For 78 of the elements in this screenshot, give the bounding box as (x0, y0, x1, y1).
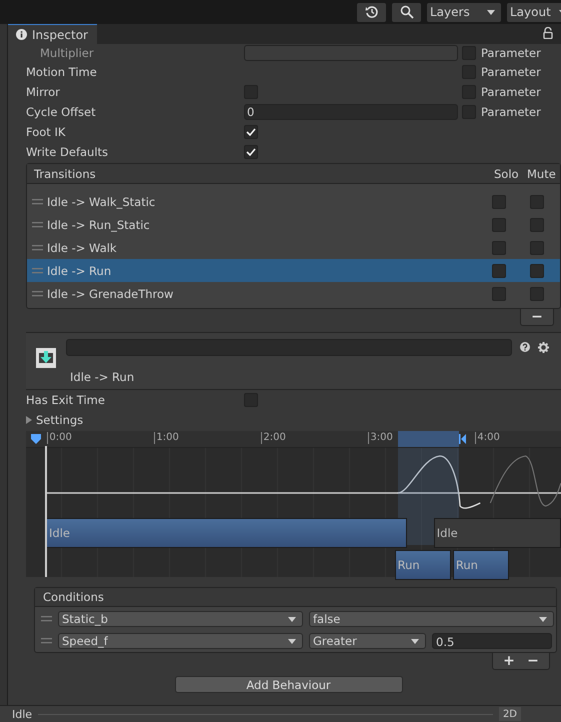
parameter-label: Parameter (481, 105, 541, 119)
clip-block[interactable]: Run (452, 550, 510, 580)
clip-block[interactable]: Idle (46, 518, 406, 548)
mode-button[interactable]: 2D (498, 707, 521, 721)
lock-icon[interactable] (543, 27, 553, 39)
add-behaviour-button[interactable]: Add Behaviour (174, 676, 402, 693)
state-label: Idle (12, 708, 32, 720)
solo-checkbox[interactable] (492, 194, 506, 208)
mute-checkbox[interactable] (530, 240, 544, 254)
info-icon (16, 29, 27, 40)
value-field[interactable]: 0.5 (432, 633, 552, 649)
mode-dropdown[interactable]: false (309, 611, 554, 627)
drag-handle-icon[interactable] (41, 616, 52, 622)
solo-checkbox[interactable] (492, 286, 506, 300)
transition-row[interactable]: Idle -> Walk_Static (27, 190, 560, 213)
mute-checkbox[interactable] (530, 286, 544, 300)
conditions-header: Conditions (35, 588, 556, 607)
drag-handle-icon[interactable] (32, 268, 43, 274)
time-tick-label: 2:00 (261, 432, 286, 444)
transitions-header: Transitions (34, 166, 97, 180)
input-field[interactable]: 0 (244, 104, 458, 120)
layers-dropdown[interactable]: Layers (427, 2, 501, 22)
property-label: Mirror (26, 85, 61, 99)
property-label: Motion Time (26, 65, 98, 79)
mute-checkbox[interactable] (530, 194, 544, 208)
name-field[interactable] (66, 339, 512, 356)
time-tick-label: 4:00 (475, 432, 500, 444)
parameter-dropdown[interactable]: Static_b (58, 611, 303, 627)
transition-title: Idle -> Run (69, 370, 136, 384)
property-label: Foot IK (26, 125, 66, 139)
parameter-label: Parameter (481, 46, 541, 60)
mute-checkbox[interactable] (530, 218, 544, 232)
time-tick-label: 3:00 (368, 432, 393, 444)
property-label: Cycle Offset (26, 105, 97, 119)
parameter-dropdown[interactable]: Speed_f (58, 633, 303, 649)
transition-row[interactable]: Idle -> Run (27, 259, 560, 282)
inspector-tab[interactable]: Inspector (8, 24, 97, 44)
settings-icon[interactable] (538, 342, 549, 353)
transition-row[interactable]: Idle -> GrenadeThrow (27, 282, 560, 305)
drag-handle-icon[interactable] (32, 290, 43, 296)
dropdown-field[interactable] (244, 45, 458, 61)
remove-button[interactable]: − (527, 309, 547, 325)
layout-dropdown[interactable]: Layout (507, 2, 561, 22)
mute-header: Mute (527, 166, 557, 180)
transition-row[interactable]: Idle -> Walk (27, 236, 560, 259)
solo-header: Solo (494, 166, 520, 180)
checkbox[interactable] (244, 125, 258, 139)
remove-button[interactable]: − (523, 653, 543, 669)
solo-checkbox[interactable] (492, 264, 506, 278)
settings-foldout[interactable]: Settings (26, 410, 84, 430)
search-icon (400, 5, 414, 19)
drag-handle-icon[interactable] (32, 198, 43, 204)
mute-checkbox[interactable] (530, 264, 544, 278)
solo-checkbox[interactable] (492, 218, 506, 232)
search-button[interactable] (392, 2, 421, 22)
checkbox[interactable] (244, 145, 258, 159)
drag-handle-icon[interactable] (32, 244, 43, 250)
help-icon[interactable] (520, 342, 530, 352)
drag-handle-icon[interactable] (32, 222, 43, 228)
mode-dropdown[interactable]: Greater (309, 633, 426, 649)
clip-block[interactable]: Run (394, 550, 452, 580)
parameter-label: Parameter (481, 85, 541, 99)
property-label: Write Defaults (26, 145, 110, 159)
property-label: Has Exit Time (26, 393, 106, 407)
drag-handle-icon[interactable] (41, 638, 52, 644)
clip-block[interactable]: Idle (434, 518, 561, 548)
solo-checkbox[interactable] (492, 240, 506, 254)
transition-icon (34, 345, 58, 369)
time-tick-label: 1:00 (154, 432, 179, 444)
history-icon (364, 5, 378, 19)
parameter-label: Parameter (481, 65, 541, 79)
transition-end-marker-icon[interactable] (459, 433, 468, 445)
add-button[interactable]: + (499, 653, 519, 669)
transition-row[interactable]: Idle -> Run_Static (27, 213, 560, 236)
time-tick-label: 0:00 (47, 432, 72, 444)
property-label: Multiplier (39, 46, 95, 60)
playhead-handle-icon[interactable] (30, 433, 42, 445)
history-button[interactable] (357, 2, 386, 22)
